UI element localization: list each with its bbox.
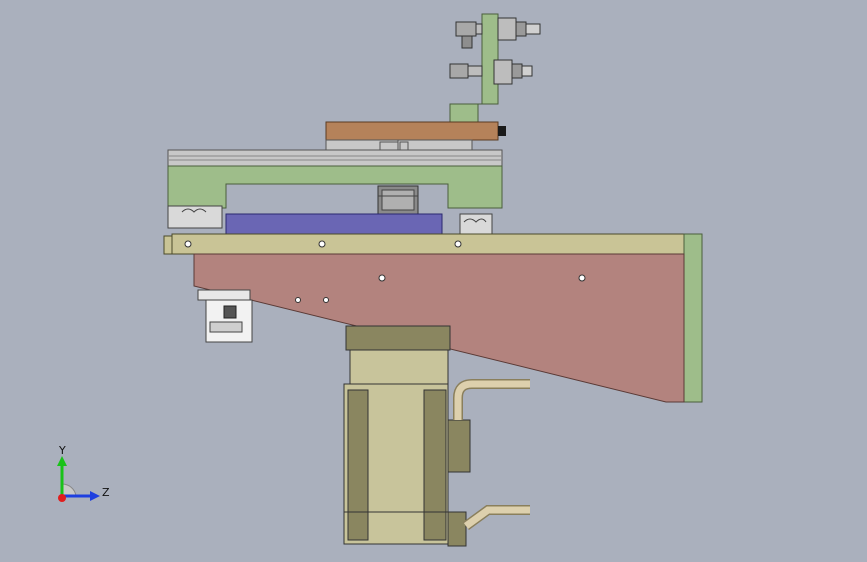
- triad-quadrant: [61, 483, 77, 497]
- base-plate[interactable]: [163, 233, 685, 255]
- motor-cable-lower[interactable]: [463, 505, 530, 531]
- y-axis-label: Y: [59, 444, 66, 457]
- z-axis-arrowhead: [90, 491, 100, 501]
- connector-box[interactable]: [197, 289, 253, 343]
- guide-block-right[interactable]: [459, 213, 493, 235]
- servo-motor[interactable]: [343, 325, 471, 547]
- rail-support-frame[interactable]: [167, 165, 503, 209]
- slider-end-stop[interactable]: [498, 126, 506, 136]
- motor-cable-upper[interactable]: [453, 379, 530, 420]
- y-axis-arrowhead: [57, 456, 67, 466]
- blue-mounting-block[interactable]: [225, 213, 443, 237]
- rotary-bearing[interactable]: [377, 185, 419, 215]
- slider-top-plate[interactable]: [325, 121, 499, 141]
- cad-graphics-area[interactable]: Y Z: [0, 0, 867, 562]
- z-axis-label: Z: [102, 486, 110, 499]
- linear-rail[interactable]: [167, 149, 503, 167]
- assembly-model[interactable]: [0, 0, 867, 562]
- x-axis-dot: [58, 494, 66, 502]
- guide-block-left[interactable]: [167, 205, 223, 229]
- end-plate[interactable]: [683, 233, 703, 403]
